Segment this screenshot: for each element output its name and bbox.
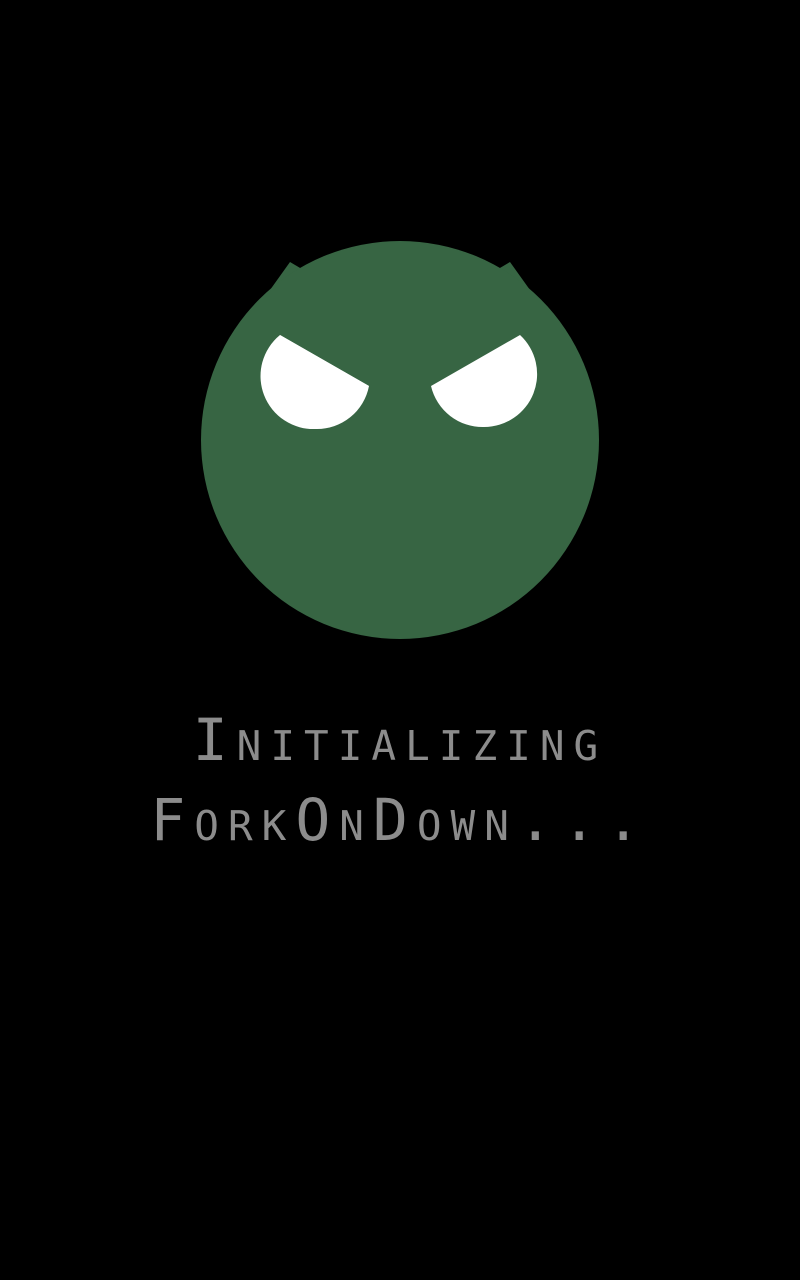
loading-status-text: Initializing ForkOnDown... — [0, 700, 800, 860]
splash-screen: Initializing ForkOnDown... — [0, 0, 800, 1280]
status-line-2: ForkOnDown... — [150, 786, 650, 854]
face — [201, 241, 599, 639]
status-line-1: Initializing — [192, 706, 608, 774]
angry-face-mascot-icon — [200, 240, 600, 640]
